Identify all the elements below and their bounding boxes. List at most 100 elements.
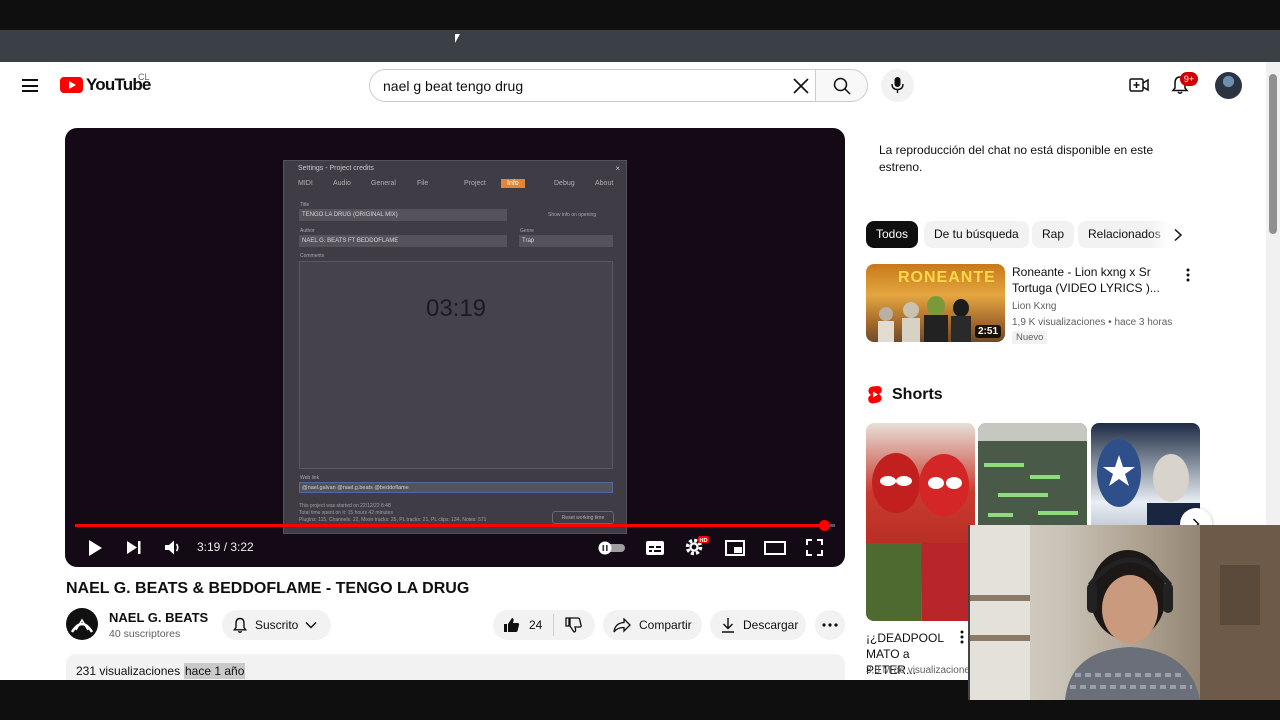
next-video-icon[interactable] <box>126 540 142 555</box>
recommended-video-title[interactable]: Roneante - Lion kxng x Sr Tortuga (VIDEO… <box>1012 264 1172 296</box>
recommended-video-thumbnail[interactable]: RONEANTE 2:51 <box>866 264 1005 342</box>
chat-unavailable-message: La reproducción del chat no está disponi… <box>879 143 1154 174</box>
recommended-video-channel[interactable]: Lion Kxng <box>1012 301 1056 312</box>
divider <box>553 614 555 636</box>
subscribe-label: Suscrito <box>255 618 299 632</box>
fl-tab-active: Info <box>501 179 525 188</box>
short-thumbnail-art-icon <box>866 453 975 621</box>
create-video-icon[interactable] <box>1129 75 1149 95</box>
fl-genre-label: Genre <box>520 228 534 234</box>
webcam-overlay <box>968 525 1280 700</box>
like-count: 24 <box>529 618 543 632</box>
volume-icon[interactable] <box>164 539 182 556</box>
fl-tab-bar: MIDI Audio General File Project Info Deb… <box>296 179 621 192</box>
fl-close-icon: × <box>615 164 620 173</box>
download-icon <box>722 618 734 633</box>
webcam-person-image <box>970 525 1280 700</box>
fl-author-label: Author <box>300 228 315 234</box>
chevron-down-icon <box>305 622 317 629</box>
country-code: CL <box>138 72 150 82</box>
progress-bar[interactable] <box>75 520 835 531</box>
miniplayer-icon[interactable] <box>725 540 745 556</box>
video-duration-badge: 2:51 <box>974 325 1001 338</box>
account-avatar[interactable] <box>1215 72 1242 99</box>
settings-gear-icon[interactable]: HD <box>684 535 710 557</box>
shorts-heading: Shorts <box>892 386 943 403</box>
video-title: NAEL G. BEATS & BEDDOFLAME - TENGO LA DR… <box>66 580 470 597</box>
video-player[interactable]: Settings - Project credits × MIDI Audio … <box>65 128 845 567</box>
subscriber-count: 40 suscriptores <box>109 628 181 640</box>
youtube-play-icon <box>60 77 83 93</box>
youtube-logo[interactable]: YouTube <box>60 74 151 96</box>
shorts-logo-icon <box>868 386 882 404</box>
search-input[interactable]: nael g beat tengo drug <box>369 69 816 102</box>
fl-tab: File <box>417 180 429 187</box>
new-badge: Nuevo <box>1012 331 1048 344</box>
channel-name[interactable]: NAEL G. BEATS <box>109 610 208 625</box>
more-vertical-icon[interactable] <box>1186 268 1190 282</box>
chip-rap[interactable]: Rap <box>1032 221 1075 248</box>
share-icon <box>613 617 631 633</box>
search-query: nael g beat tengo drug <box>383 77 524 94</box>
subtitles-icon[interactable] <box>645 540 665 556</box>
channel-avatar[interactable] <box>66 608 98 640</box>
svg-text:HD: HD <box>700 538 708 544</box>
like-icon[interactable] <box>503 617 520 633</box>
video-frame-fl-settings-window: Settings - Project credits × MIDI Audio … <box>283 160 627 534</box>
play-icon[interactable] <box>87 539 103 557</box>
voice-search-button[interactable] <box>881 69 914 102</box>
share-label: Compartir <box>639 618 692 632</box>
recommended-video-meta: 1,9 K visualizaciones • hace 3 horas <box>1012 317 1173 328</box>
fl-info-line: Plugins: 115, Channels: 22, Mixer tracks… <box>299 517 487 523</box>
fl-tab: About <box>595 180 614 187</box>
autoplay-toggle[interactable] <box>596 541 626 555</box>
fl-tab: Debug <box>554 180 575 187</box>
share-button[interactable]: Compartir <box>603 610 702 640</box>
subscribed-button[interactable]: Suscrito <box>222 610 331 640</box>
chat-replay-notice: La reproducción del chat no está disponi… <box>866 128 1200 188</box>
hamburger-menu-icon[interactable] <box>22 79 38 92</box>
fl-tab: Audio <box>333 180 351 187</box>
more-actions-button[interactable] <box>815 610 845 640</box>
fl-comments-area <box>299 261 613 469</box>
fl-tab: General <box>371 180 396 187</box>
fl-project-info: This project was started on 22/12/22 8:4… <box>299 503 539 524</box>
channel-logo-icon <box>70 618 94 633</box>
search-button[interactable] <box>815 69 868 102</box>
fl-tab: MIDI <box>298 180 313 187</box>
fl-info-line: This project was started on 22/12/22 8:4… <box>299 503 391 509</box>
bell-icon <box>232 617 248 633</box>
fullscreen-icon[interactable] <box>806 539 823 556</box>
more-horizontal-icon <box>822 623 838 627</box>
fl-show-info-label: Show info on opening <box>548 212 597 218</box>
fl-web-link-label: Web link <box>300 475 320 481</box>
fl-web-link-field: @nael.galvan @nael.g.beats @beddoflame <box>299 482 613 493</box>
download-button[interactable]: Descargar <box>710 610 806 640</box>
fl-title-field: TENGO LA DRUG (ORIGINAL MIX) <box>299 209 507 221</box>
dislike-icon[interactable] <box>565 617 583 633</box>
mouse-cursor-icon <box>455 34 460 43</box>
fl-comments-label: Comments <box>300 253 325 259</box>
progress-scrubber[interactable] <box>819 520 831 531</box>
search-icon <box>833 77 851 95</box>
chip-todos[interactable]: Todos <box>866 221 919 248</box>
fl-info-line: Total time spent on it: 15 hours 42 minu… <box>299 510 393 516</box>
chevron-right-icon[interactable] <box>1173 228 1183 242</box>
fl-big-time: 03:19 <box>425 295 487 322</box>
more-vertical-icon[interactable] <box>960 630 964 644</box>
short-card-deadpool[interactable] <box>866 423 975 621</box>
fl-tab: Project <box>464 180 486 187</box>
close-icon[interactable] <box>790 75 812 97</box>
theater-mode-icon[interactable] <box>764 541 786 555</box>
progress-bar-fill <box>75 524 825 527</box>
fl-title-label: Title <box>300 202 310 208</box>
time-display: 3:19 / 3:22 <box>197 540 254 554</box>
fl-reset-working-time-button: Reset working time <box>552 511 614 524</box>
chip-de-tu-busqueda[interactable]: De tu búsqueda <box>924 221 1029 248</box>
microphone-icon <box>891 77 904 93</box>
description-box[interactable]: 231 visualizaciones hace 1 año <box>66 654 845 680</box>
view-count: 231 visualizaciones <box>76 664 181 678</box>
scrollbar-thumb[interactable] <box>1269 74 1277 234</box>
like-dislike-group: 24 <box>493 610 595 640</box>
fl-genre-field: Trap <box>519 235 613 247</box>
